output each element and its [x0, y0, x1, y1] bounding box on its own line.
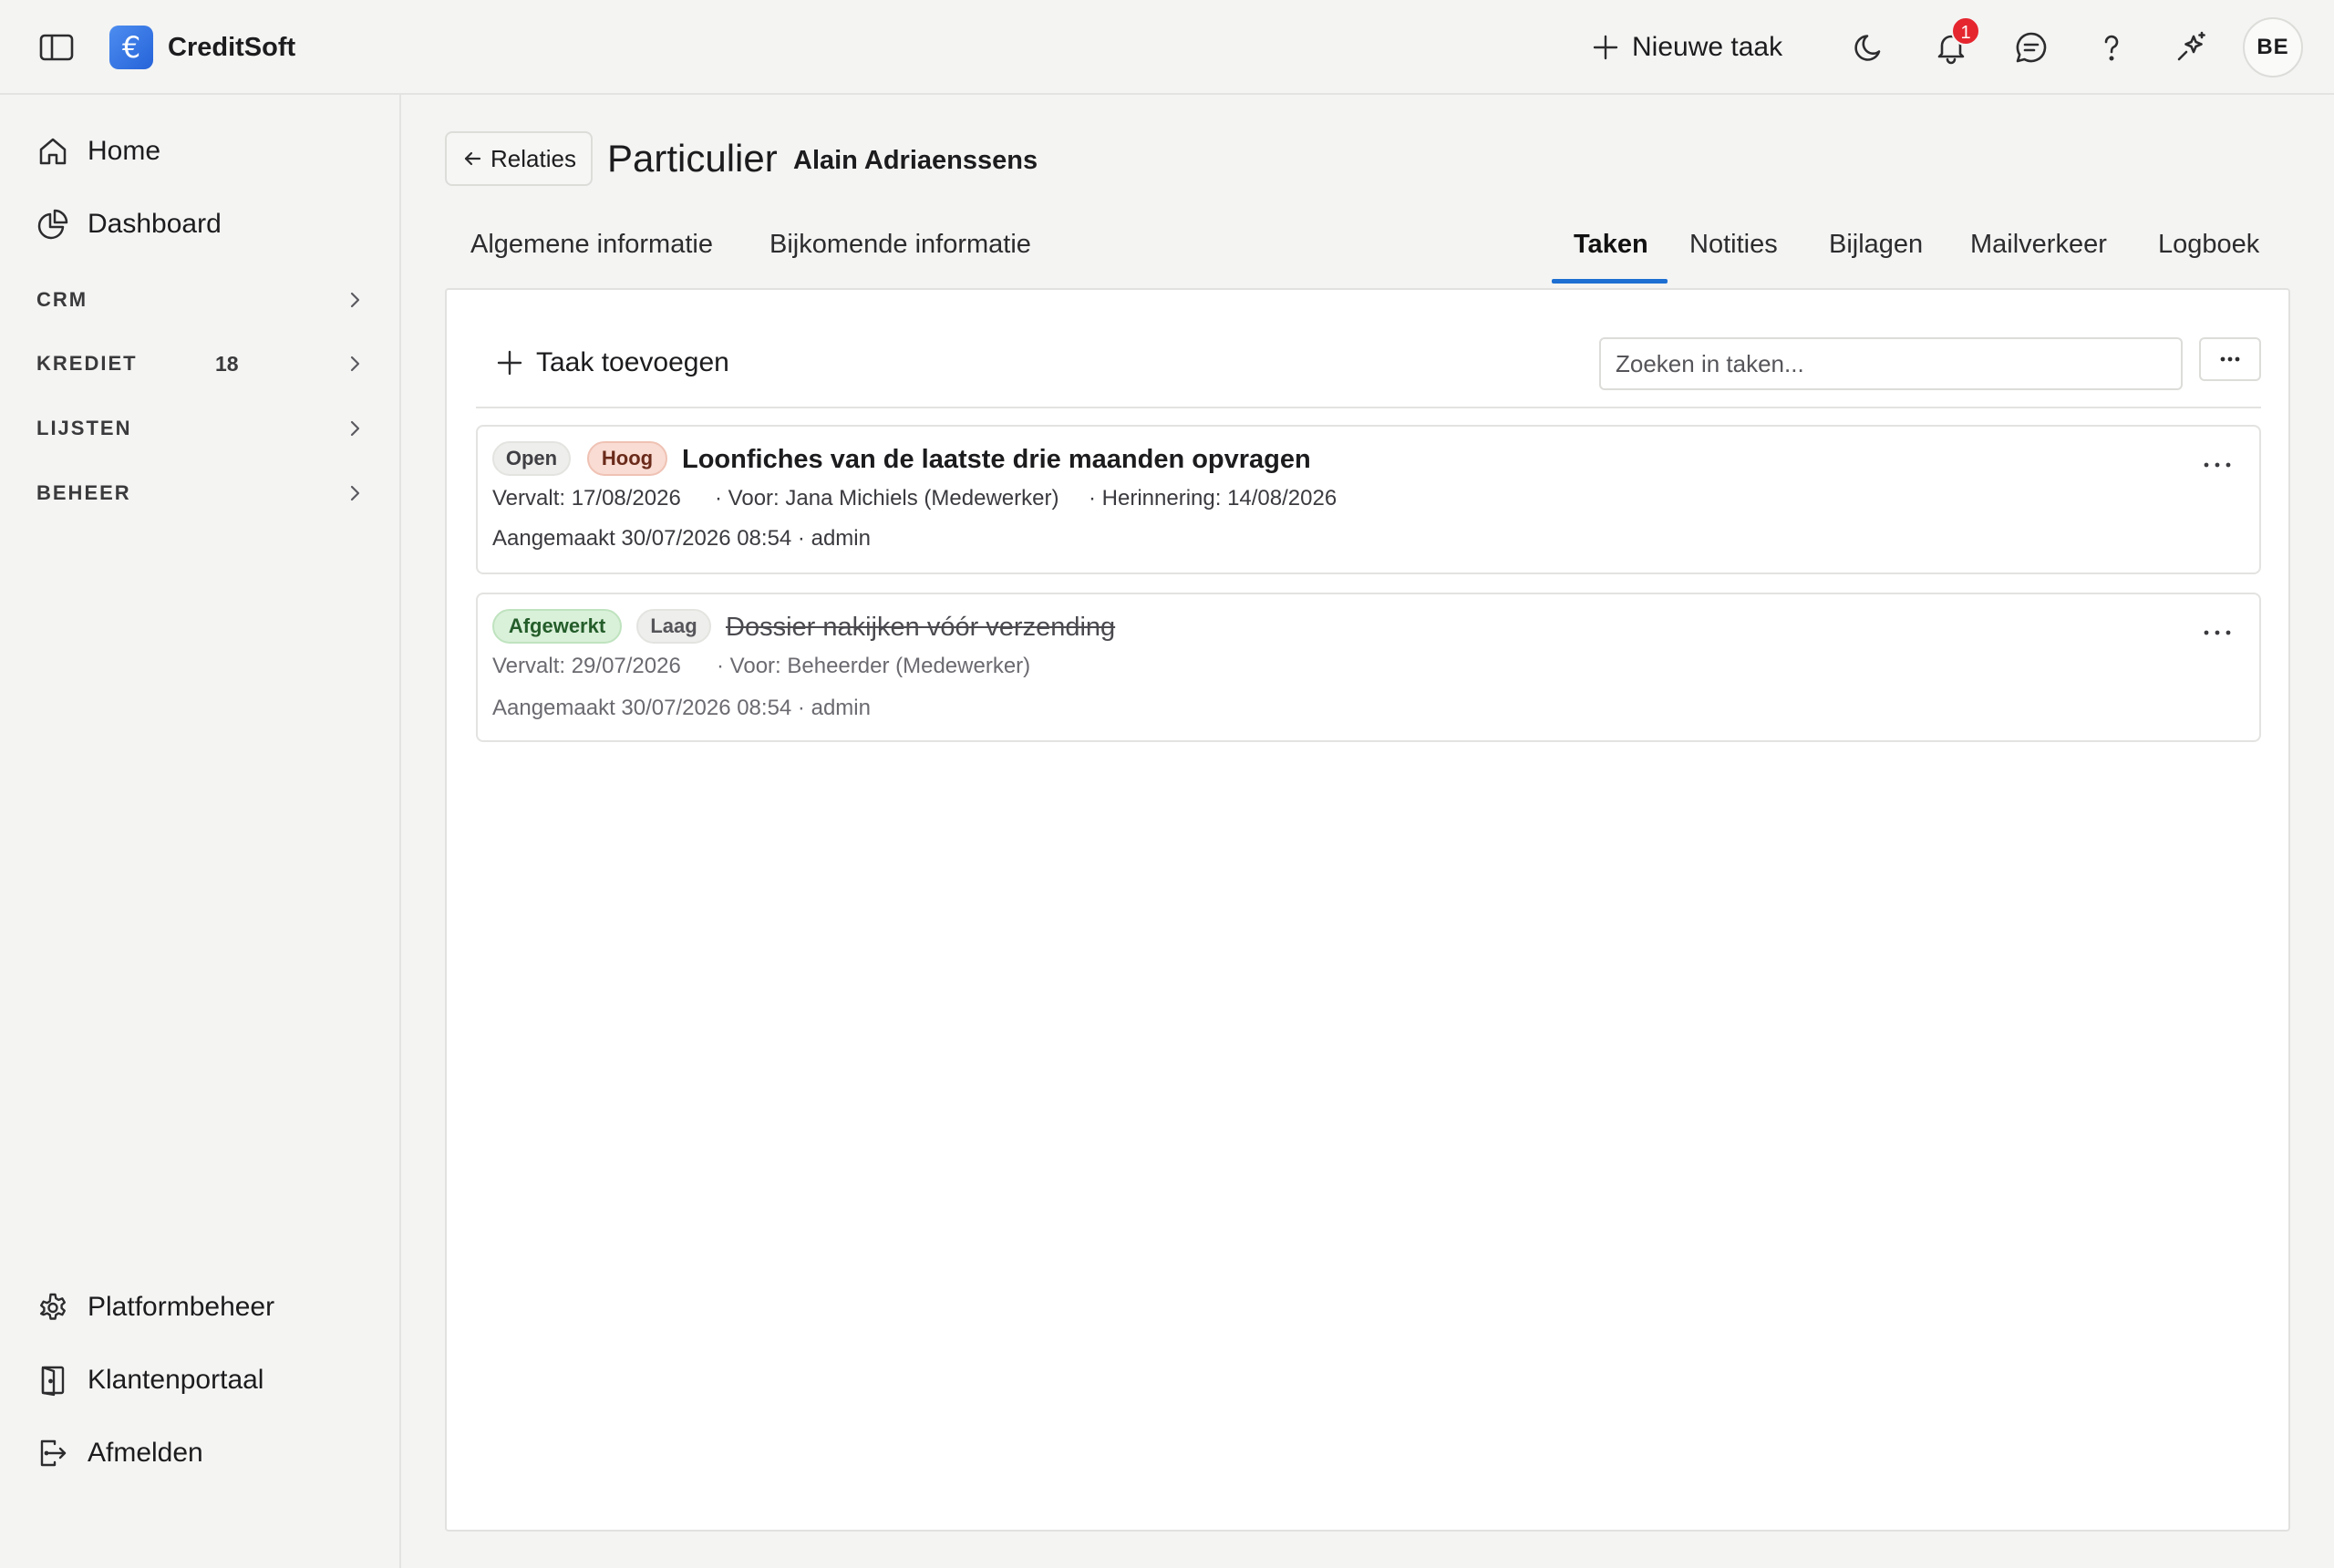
page-title: Particulier	[607, 137, 778, 180]
sidebar-section-lijsten[interactable]: LIJSTEN	[36, 413, 367, 446]
status-badge: Open	[492, 441, 571, 476]
task-card[interactable]: Afgewerkt Laag Dossier nakijken vóór ver…	[476, 593, 2261, 742]
gear-icon	[40, 1293, 66, 1320]
more-options-button[interactable]	[2199, 337, 2261, 381]
logout-icon	[40, 1439, 67, 1467]
tab-bijlagen[interactable]: Bijlagen	[1829, 228, 1923, 261]
task-due-date: Vervalt: 17/08/2026	[492, 486, 681, 511]
tab-mailverkeer[interactable]: Mailverkeer	[1970, 228, 2107, 261]
task-assignee: · Voor: Jana Michiels (Medewerker)	[715, 486, 1059, 511]
home-icon	[39, 138, 67, 165]
brand-logo[interactable]: €	[109, 26, 153, 69]
task-created: Aangemaakt 30/07/2026 08:54 · admin	[492, 526, 871, 551]
task-title[interactable]: Dossier nakijken vóór verzending	[726, 611, 1115, 644]
chevron-right-icon	[350, 420, 360, 437]
status-badge: Afgewerkt	[492, 609, 622, 644]
sidebar-item-label: Platformbeheer	[88, 1292, 275, 1322]
sidebar-item-afmelden[interactable]: Afmelden	[36, 1433, 203, 1473]
avatar[interactable]: BE	[2243, 17, 2303, 77]
section-count: 18	[215, 352, 239, 376]
plus-icon	[1593, 35, 1618, 60]
tab-taken[interactable]: Taken	[1574, 228, 1648, 261]
sidebar-item-label: Dashboard	[88, 209, 222, 239]
arrow-left-icon	[464, 151, 481, 166]
task-assignee: · Voor: Beheerder (Medewerker)	[717, 654, 1031, 678]
more-horizontal-icon	[2204, 462, 2231, 468]
new-task-button[interactable]: Nieuwe taak	[1592, 24, 1782, 71]
priority-badge: Hoog	[587, 441, 667, 476]
back-button-label: Relaties	[491, 144, 576, 172]
task-reminder: · Herinnering: 14/08/2026	[1089, 486, 1337, 511]
new-task-label: Nieuwe taak	[1632, 32, 1783, 62]
task-title[interactable]: Loonfiches van de laatste drie maanden o…	[682, 443, 1311, 476]
tab-notities[interactable]: Notities	[1689, 228, 1778, 261]
page-subtitle: Alain Adriaenssens	[793, 146, 1038, 175]
sidebar: Home Dashboard CRM KREDIET 18 LIJSTEN BE…	[0, 95, 401, 1568]
sidebar-section-crm[interactable]: CRM	[36, 284, 367, 317]
tasks-panel: Taak toevoegen Open Hoog Loonfiches van …	[445, 288, 2290, 1532]
sidebar-item-dashboard[interactable]: Dashboard	[36, 204, 222, 244]
top-bar: € CreditSoft Nieuwe taak 1 BE	[0, 0, 2334, 95]
notification-badge: 1	[1951, 16, 1980, 46]
sidebar-item-label: Klantenportaal	[88, 1365, 264, 1395]
sidebar-toggle-icon[interactable]	[38, 31, 75, 64]
section-label: KREDIET	[36, 352, 138, 375]
task-menu-button[interactable]	[2199, 622, 2236, 644]
task-card[interactable]: Open Hoog Loonfiches van de laatste drie…	[476, 425, 2261, 574]
section-label: CRM	[36, 288, 88, 311]
sidebar-item-klantenportaal[interactable]: Klantenportaal	[36, 1360, 263, 1400]
chevron-right-icon	[350, 292, 360, 308]
tab-bijkomende-informatie[interactable]: Bijkomende informatie	[769, 228, 1031, 261]
plus-icon	[497, 350, 522, 376]
sparkle-wand-icon[interactable]	[2174, 29, 2210, 66]
chevron-right-icon	[350, 485, 360, 501]
tab-logboek[interactable]: Logboek	[2158, 228, 2259, 261]
divider	[476, 407, 2261, 408]
sidebar-section-krediet[interactable]: KREDIET 18	[36, 348, 367, 381]
add-task-label: Taak toevoegen	[536, 347, 729, 377]
chevron-right-icon	[350, 356, 360, 372]
brand-name[interactable]: CreditSoft	[168, 31, 295, 64]
task-menu-button[interactable]	[2199, 454, 2236, 476]
more-horizontal-icon	[2220, 356, 2240, 362]
sidebar-section-beheer[interactable]: BEHEER	[36, 478, 367, 511]
add-task-button[interactable]: Taak toevoegen	[496, 346, 729, 379]
pie-chart-icon	[37, 209, 68, 240]
help-icon[interactable]	[2093, 29, 2130, 66]
task-created: Aangemaakt 30/07/2026 08:54 · admin	[492, 696, 871, 720]
section-label: LIJSTEN	[36, 417, 132, 439]
door-icon	[41, 1366, 65, 1397]
priority-badge: Laag	[636, 609, 711, 644]
sidebar-item-home[interactable]: Home	[36, 131, 160, 171]
task-search-input[interactable]	[1599, 337, 2183, 390]
sidebar-item-platformbeheer[interactable]: Platformbeheer	[36, 1287, 274, 1327]
sidebar-item-label: Afmelden	[88, 1438, 203, 1468]
task-due-date: Vervalt: 29/07/2026	[492, 654, 681, 678]
active-tab-indicator	[1552, 279, 1668, 284]
back-to-relaties-button[interactable]: Relaties	[445, 131, 593, 186]
more-horizontal-icon	[2204, 630, 2231, 635]
section-label: BEHEER	[36, 481, 131, 504]
sidebar-item-label: Home	[88, 136, 161, 166]
moon-icon[interactable]	[1851, 29, 1887, 66]
chat-icon[interactable]	[2013, 29, 2050, 66]
tab-algemene-informatie[interactable]: Algemene informatie	[470, 228, 713, 261]
